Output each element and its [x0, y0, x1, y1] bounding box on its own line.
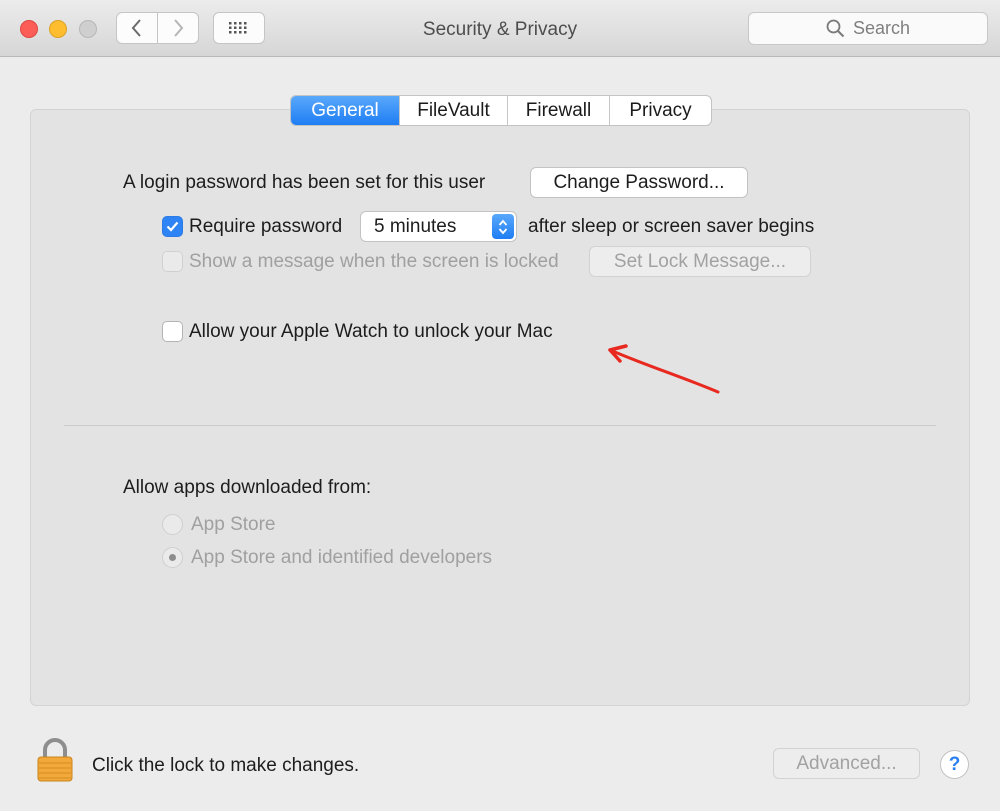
back-button[interactable]	[116, 12, 158, 44]
minimize-window-button[interactable]	[49, 20, 67, 38]
apple-watch-unlock-label: Allow your Apple Watch to unlock your Ma…	[189, 321, 553, 342]
search-placeholder: Search	[852, 18, 911, 38]
title-bar: Security & Privacy Search	[0, 0, 1000, 57]
radio-selected-dot	[169, 554, 176, 561]
apple-watch-unlock-checkbox[interactable]	[162, 321, 183, 342]
magnifier-icon	[826, 19, 845, 38]
show-message-checkbox[interactable]	[162, 251, 183, 272]
up-down-chevron-icon	[492, 214, 514, 239]
require-password-label: Require password	[189, 216, 343, 237]
tab-privacy[interactable]: Privacy	[609, 96, 711, 125]
section-divider	[64, 425, 936, 426]
show-all-button[interactable]	[213, 12, 265, 44]
password-delay-select[interactable]: 5 minutes	[360, 211, 517, 242]
forward-button[interactable]	[158, 12, 199, 44]
advanced-button[interactable]: Advanced...	[773, 748, 920, 779]
show-message-label: Show a message when the screen is locked	[189, 251, 559, 272]
grid-icon	[229, 22, 247, 34]
checkmark-icon	[166, 221, 179, 232]
general-panel	[30, 109, 970, 706]
zoom-window-button[interactable]	[79, 20, 97, 38]
radio-app-store-identified[interactable]	[162, 547, 183, 568]
annotation-arrow-icon	[608, 344, 720, 394]
set-lock-message-button[interactable]: Set Lock Message...	[589, 246, 811, 277]
chevron-left-icon	[131, 19, 141, 37]
close-window-button[interactable]	[20, 20, 38, 38]
help-button[interactable]: ?	[940, 750, 969, 779]
tab-general[interactable]: General	[291, 96, 399, 125]
tab-firewall[interactable]: Firewall	[507, 96, 609, 125]
radio-app-store-label: App Store	[191, 514, 276, 535]
allow-apps-heading: Allow apps downloaded from:	[123, 477, 372, 498]
lock-message: Click the lock to make changes.	[92, 755, 360, 776]
require-password-checkbox[interactable]	[162, 216, 183, 237]
change-password-button[interactable]: Change Password...	[530, 167, 748, 198]
chevron-right-icon	[174, 19, 184, 37]
tab-bar: General FileVault Firewall Privacy	[290, 95, 712, 126]
login-password-text: A login password has been set for this u…	[123, 172, 486, 193]
after-sleep-text: after sleep or screen saver begins	[528, 216, 815, 237]
password-delay-value: 5 minutes	[374, 216, 457, 237]
search-field[interactable]: Search	[748, 12, 988, 45]
radio-app-store[interactable]	[162, 514, 183, 535]
tab-filevault[interactable]: FileVault	[399, 96, 507, 125]
padlock-icon[interactable]	[36, 738, 74, 782]
radio-app-store-identified-label: App Store and identified developers	[191, 547, 493, 568]
